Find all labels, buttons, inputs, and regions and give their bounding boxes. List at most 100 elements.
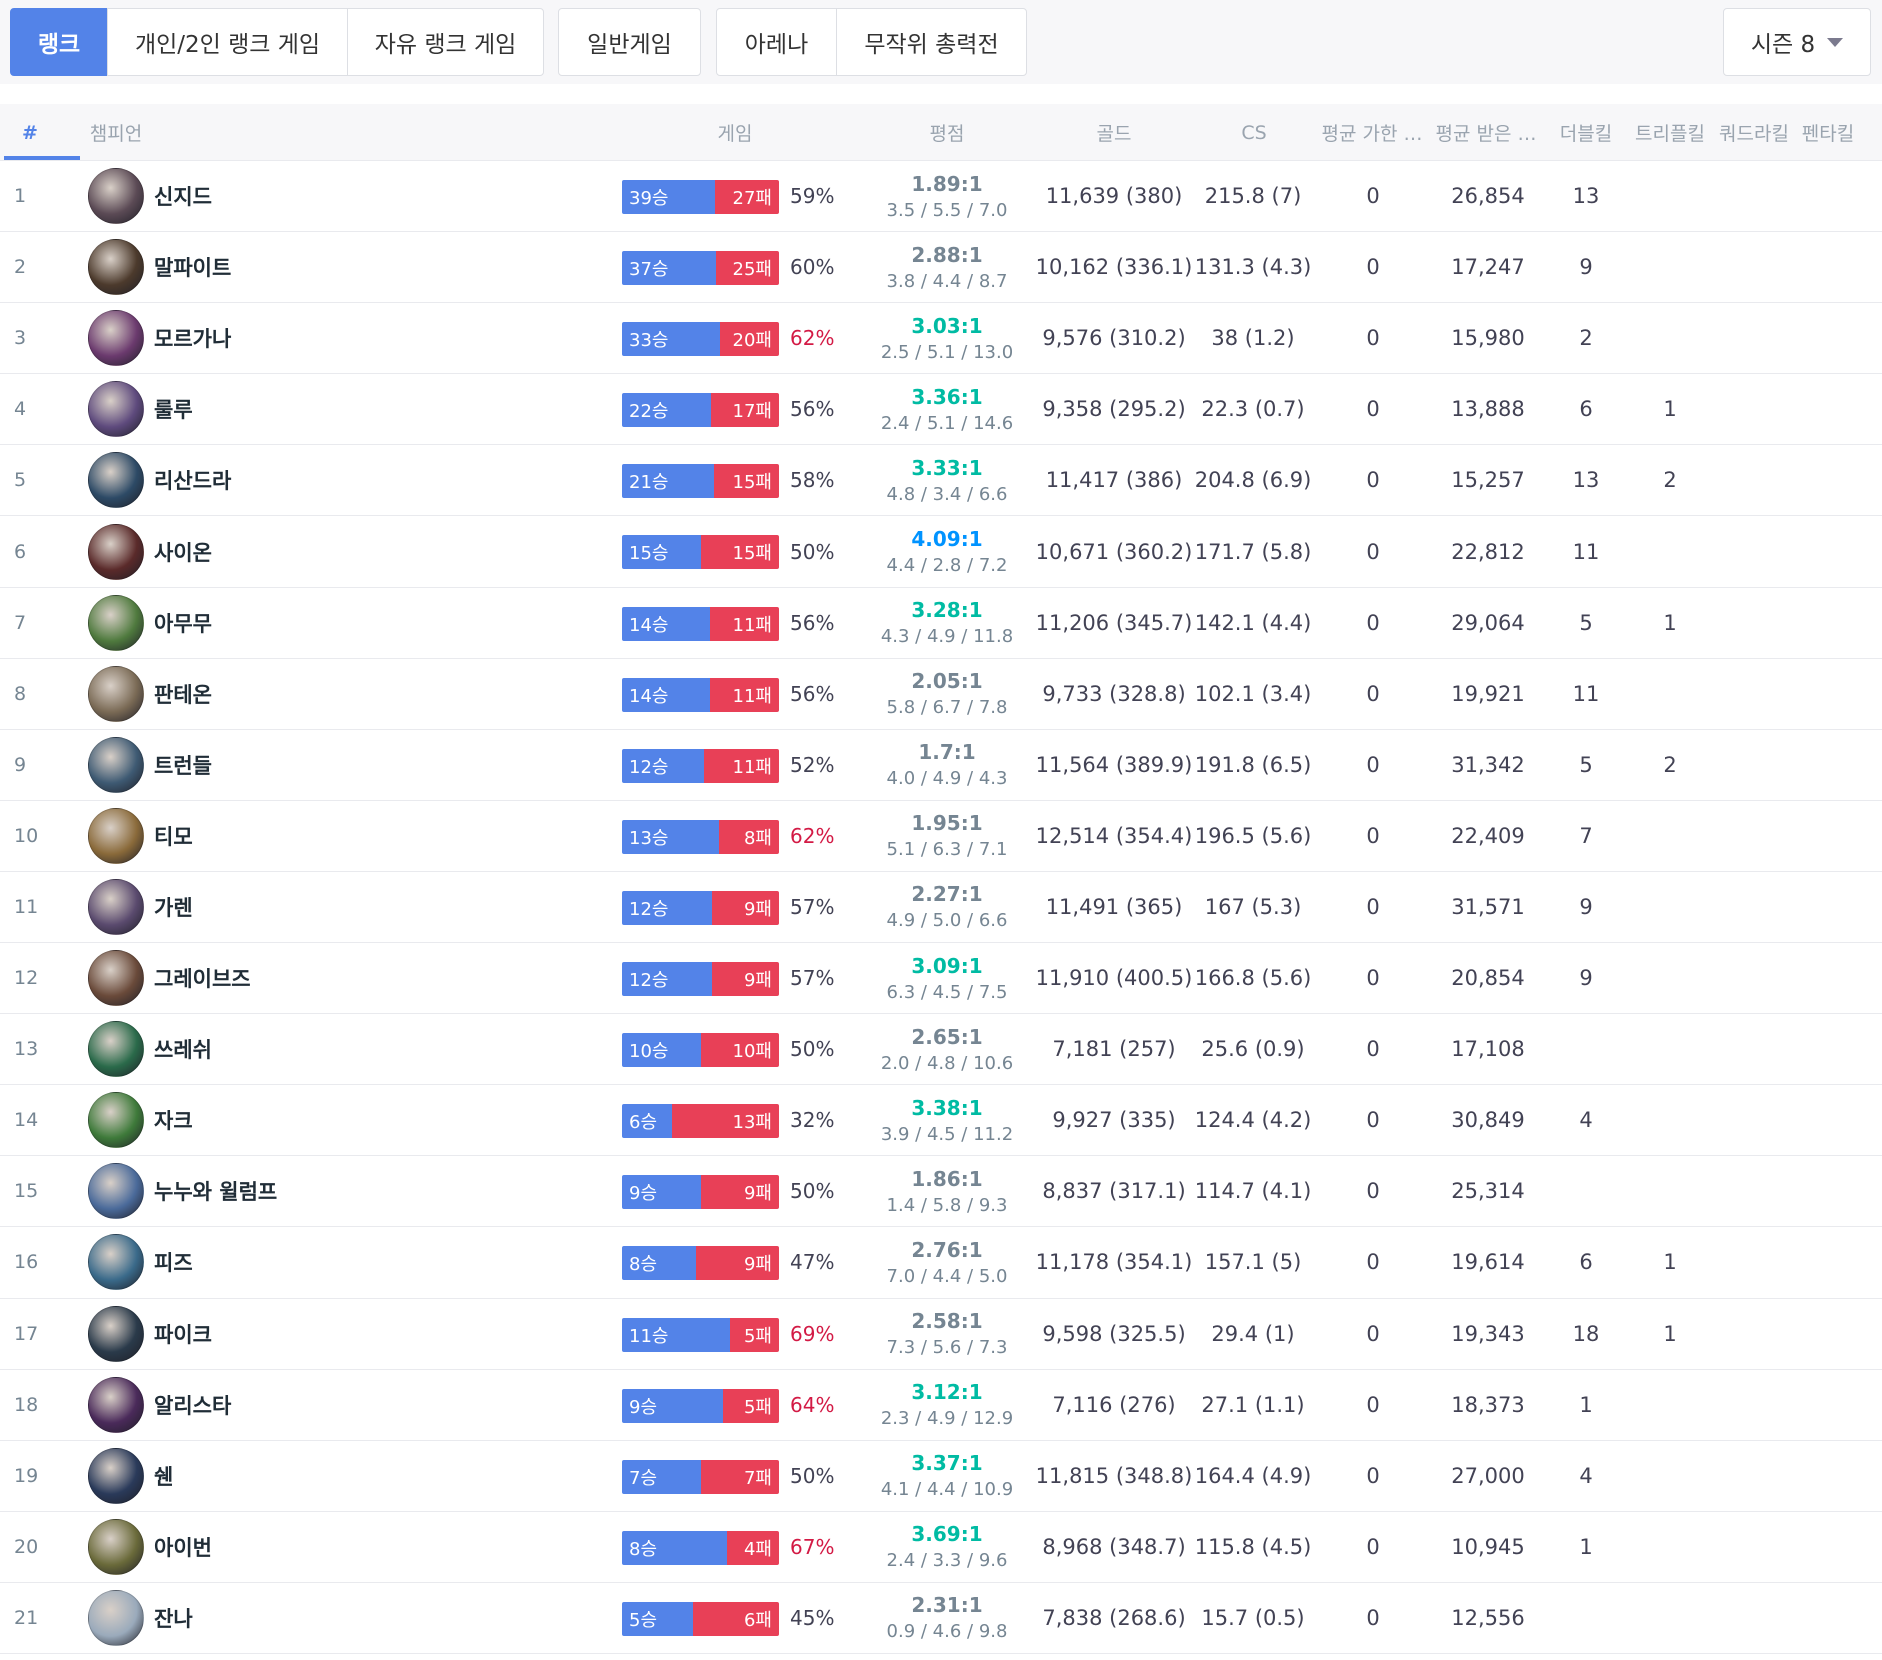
champion-avatar[interactable]	[88, 452, 144, 509]
header-games[interactable]: 게임	[700, 104, 770, 161]
penta-kill-value	[1796, 161, 1870, 231]
header-rank[interactable]: #	[22, 104, 38, 161]
champion-cell[interactable]: 누누와 윌럼프	[88, 1156, 508, 1226]
champion-cell[interactable]: 쉔	[88, 1441, 508, 1511]
champion-avatar[interactable]	[88, 168, 144, 225]
champion-avatar[interactable]	[88, 310, 144, 367]
table-row[interactable]: 3 모르가나 33승 20패 62% 3.03:1 2.5 / 5.1 / 13…	[0, 303, 1882, 375]
champion-cell[interactable]: 룰루	[88, 374, 508, 444]
champion-avatar[interactable]	[88, 807, 144, 864]
champion-avatar[interactable]	[88, 1376, 144, 1433]
header-damage-taken[interactable]: 평균 받은 …	[1432, 104, 1540, 161]
tab-solo-duo-ranked[interactable]: 개인/2인 랭크 게임	[107, 8, 348, 76]
champion-cell[interactable]: 알리스타	[88, 1370, 508, 1440]
triple-kill-value	[1636, 1014, 1704, 1084]
champion-avatar[interactable]	[88, 1305, 144, 1362]
champion-cell[interactable]: 사이온	[88, 516, 508, 586]
table-row[interactable]: 11 가렌 12승 9패 57% 2.27:1 4.9 / 5.0 / 6.6 …	[0, 871, 1882, 944]
champion-avatar[interactable]	[88, 239, 144, 296]
tab-aram[interactable]: 무작위 총력전	[836, 8, 1027, 76]
champion-cell[interactable]: 아이번	[88, 1512, 508, 1582]
champion-avatar[interactable]	[88, 1021, 144, 1078]
champion-cell[interactable]: 트런들	[88, 730, 508, 800]
table-row[interactable]: 21 잔나 5승 6패 45% 2.31:1 0.9 / 4.6 / 9.8 7…	[0, 1582, 1882, 1654]
champion-cell[interactable]: 리산드라	[88, 445, 508, 515]
table-row[interactable]: 19 쉔 7승 7패 50% 3.37:1 4.1 / 4.4 / 10.9 1…	[0, 1440, 1882, 1512]
champion-cell[interactable]: 가렌	[88, 872, 508, 942]
table-row[interactable]: 18 알리스타 9승 5패 64% 3.12:1 2.3 / 4.9 / 12.…	[0, 1369, 1882, 1441]
champion-cell[interactable]: 자크	[88, 1085, 508, 1155]
table-row[interactable]: 9 트런들 12승 11패 52% 1.7:1 4.0 / 4.9 / 4.3 …	[0, 729, 1882, 801]
gold-value: 9,927 (335)	[1052, 1108, 1176, 1133]
champion-avatar[interactable]	[88, 736, 144, 793]
header-gold[interactable]: 골드	[1078, 104, 1150, 161]
champion-cell[interactable]: 판테온	[88, 659, 508, 729]
header-double-kill[interactable]: 더블킬	[1554, 104, 1618, 161]
champion-avatar[interactable]	[88, 523, 144, 580]
table-row[interactable]: 1 신지드 39승 27패 59% 1.89:1 3.5 / 5.5 / 7.0…	[0, 161, 1882, 233]
table-row[interactable]: 10 티모 13승 8패 62% 1.95:1 5.1 / 6.3 / 7.1 …	[0, 800, 1882, 872]
champion-cell[interactable]: 모르가나	[88, 303, 508, 373]
champion-avatar[interactable]	[88, 665, 144, 722]
penta-kill-value	[1796, 943, 1870, 1013]
header-triple-kill[interactable]: 트리플킬	[1630, 104, 1710, 161]
season-select[interactable]: 시즌 8	[1723, 8, 1871, 76]
champion-avatar[interactable]	[88, 1163, 144, 1220]
champion-cell[interactable]: 신지드	[88, 161, 508, 231]
kda-cell: 1.95:1 5.1 / 6.3 / 7.1	[874, 801, 1020, 871]
champion-avatar[interactable]	[88, 1092, 144, 1149]
champion-avatar[interactable]	[88, 1589, 144, 1646]
header-champion[interactable]: 챔피언	[86, 104, 146, 161]
gold-value: 9,576 (310.2)	[1042, 326, 1186, 351]
champion-cell[interactable]: 티모	[88, 801, 508, 871]
table-row[interactable]: 12 그레이브즈 12승 9패 57% 3.09:1 6.3 / 4.5 / 7…	[0, 943, 1882, 1015]
losses-segment: 11패	[709, 606, 779, 641]
table-row[interactable]: 13 쓰레쉬 10승 10패 50% 2.65:1 2.0 / 4.8 / 10…	[0, 1014, 1882, 1086]
champion-cell[interactable]: 피즈	[88, 1227, 508, 1297]
champion-cell[interactable]: 잔나	[88, 1583, 508, 1653]
kda-detail: 3.5 / 5.5 / 7.0	[886, 199, 1008, 221]
table-row[interactable]: 15 누누와 윌럼프 9승 9패 50% 1.86:1 1.4 / 5.8 / …	[0, 1156, 1882, 1228]
champion-cell[interactable]: 그레이브즈	[88, 943, 508, 1013]
champion-avatar[interactable]	[88, 381, 144, 438]
table-row[interactable]: 2 말파이트 37승 25패 60% 2.88:1 3.8 / 4.4 / 8.…	[0, 232, 1882, 304]
table-row[interactable]: 8 판테온 14승 11패 56% 2.05:1 5.8 / 6.7 / 7.8…	[0, 658, 1882, 730]
champion-avatar[interactable]	[88, 1447, 144, 1504]
table-row[interactable]: 16 피즈 8승 9패 47% 2.76:1 7.0 / 4.4 / 5.0 1…	[0, 1227, 1882, 1299]
table-row[interactable]: 7 아무무 14승 11패 56% 3.28:1 4.3 / 4.9 / 11.…	[0, 587, 1882, 659]
champion-cell[interactable]: 아무무	[88, 588, 508, 658]
kda-cell: 3.28:1 4.3 / 4.9 / 11.8	[874, 588, 1020, 658]
tab-normal[interactable]: 일반게임	[558, 8, 701, 76]
champion-avatar[interactable]	[88, 878, 144, 935]
table-row[interactable]: 20 아이번 8승 4패 67% 3.69:1 2.4 / 3.3 / 9.6 …	[0, 1511, 1882, 1583]
header-quadra-kill[interactable]: 쿼드라킬	[1712, 104, 1796, 161]
champion-cell[interactable]: 쓰레쉬	[88, 1014, 508, 1084]
tab-ranked[interactable]: 랭크	[10, 8, 108, 76]
champion-name: 트런들	[154, 753, 212, 778]
header-damage-dealt[interactable]: 평균 가한 …	[1318, 104, 1426, 161]
champion-avatar[interactable]	[88, 1234, 144, 1291]
champion-avatar[interactable]	[88, 594, 144, 651]
row-rank: 5	[14, 469, 27, 492]
header-kda[interactable]: 평점	[910, 104, 984, 161]
row-rank: 6	[14, 540, 27, 563]
table-row[interactable]: 14 자크 6승 13패 32% 3.38:1 3.9 / 4.5 / 11.2…	[0, 1085, 1882, 1157]
champion-avatar[interactable]	[88, 1518, 144, 1575]
table-row[interactable]: 4 룰루 22승 17패 56% 3.36:1 2.4 / 5.1 / 14.6…	[0, 374, 1882, 446]
table-row[interactable]: 6 사이온 15승 15패 50% 4.09:1 4.4 / 2.8 / 7.2…	[0, 516, 1882, 588]
champion-cell[interactable]: 말파이트	[88, 232, 508, 302]
champion-avatar[interactable]	[88, 950, 144, 1007]
tab-flex-ranked[interactable]: 자유 랭크 게임	[347, 8, 544, 76]
win-rate: 59%	[790, 184, 835, 209]
header-penta-kill[interactable]: 펜타킬	[1796, 104, 1860, 161]
kda-ratio: 2.58:1	[911, 1309, 983, 1334]
losses-label: 25패	[732, 259, 772, 281]
triple-kill-value	[1636, 1085, 1704, 1155]
table-row[interactable]: 5 리산드라 21승 15패 58% 3.33:1 4.8 / 3.4 / 6.…	[0, 445, 1882, 517]
table-row[interactable]: 17 파이크 11승 5패 69% 2.58:1 7.3 / 5.6 / 7.3…	[0, 1298, 1882, 1370]
tab-arena[interactable]: 아레나	[716, 8, 837, 76]
kda-ratio: 2.76:1	[911, 1237, 983, 1262]
header-cs[interactable]: CS	[1222, 104, 1286, 161]
kda-cell: 2.58:1 7.3 / 5.6 / 7.3	[874, 1299, 1020, 1369]
champion-cell[interactable]: 파이크	[88, 1299, 508, 1369]
